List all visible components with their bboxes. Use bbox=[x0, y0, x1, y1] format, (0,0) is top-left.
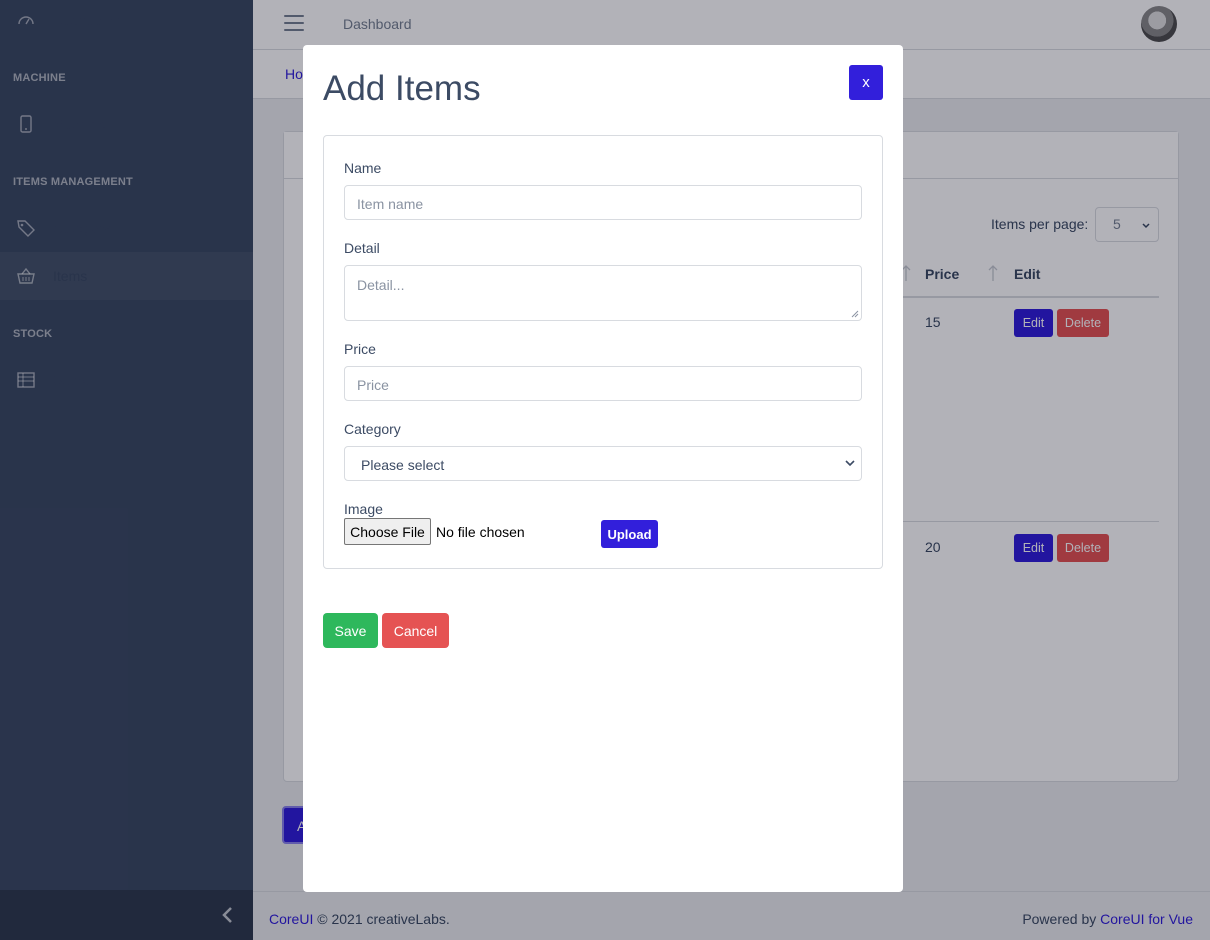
item-form: Name Item name Detail Detail... Price Pr… bbox=[323, 135, 883, 569]
modal-title: Add Items bbox=[323, 69, 481, 108]
image-label: Image bbox=[344, 501, 383, 517]
detail-textarea[interactable]: Detail... bbox=[344, 265, 862, 321]
name-input[interactable]: Item name bbox=[344, 185, 862, 220]
price-label: Price bbox=[344, 341, 376, 357]
category-select[interactable]: Please select bbox=[344, 446, 862, 481]
chevron-down-icon bbox=[845, 460, 855, 467]
resize-grip-icon[interactable] bbox=[851, 310, 859, 318]
detail-placeholder: Detail... bbox=[357, 277, 405, 293]
upload-button[interactable]: Upload bbox=[601, 520, 658, 548]
file-status-text: No file chosen bbox=[436, 524, 525, 540]
category-label: Category bbox=[344, 421, 401, 437]
name-label: Name bbox=[344, 160, 382, 176]
detail-label: Detail bbox=[344, 240, 380, 256]
close-button[interactable]: x bbox=[849, 65, 883, 100]
choose-file-button[interactable]: Choose File bbox=[344, 518, 431, 545]
add-items-modal: Add Items x Name Item name Detail Detail… bbox=[303, 45, 903, 892]
price-input[interactable]: Price bbox=[344, 366, 862, 401]
category-selected-value: Please select bbox=[361, 457, 445, 473]
save-button[interactable]: Save bbox=[323, 613, 378, 648]
cancel-button[interactable]: Cancel bbox=[382, 613, 449, 648]
